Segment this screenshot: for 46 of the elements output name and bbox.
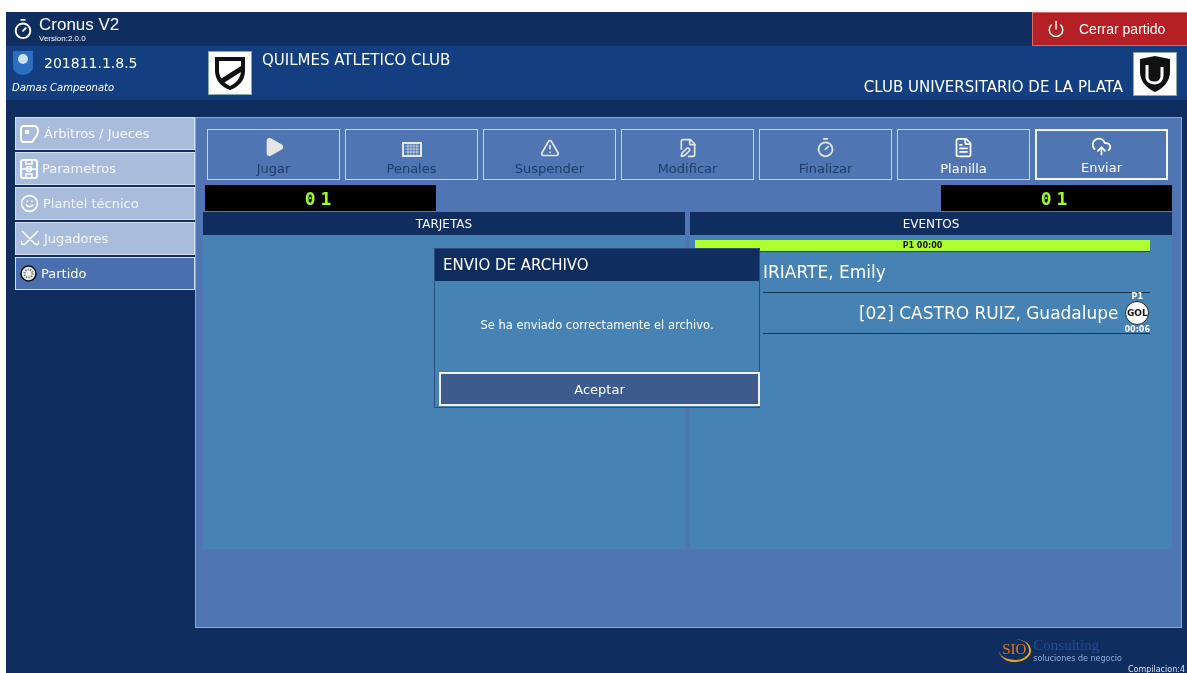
tournament-name: Damas Campeonato — [12, 82, 116, 93]
league-logo — [12, 50, 34, 76]
build-label: Compilacion:4 — [1127, 665, 1185, 673]
logo-mark: SIO — [999, 638, 1032, 662]
sidebar-item[interactable]: Árbitros / Jueces — [15, 117, 195, 150]
upload-icon — [1091, 136, 1112, 157]
field-icon — [20, 158, 38, 179]
app-title: Cronus V2 — [39, 15, 120, 34]
period-bar: P1 00:00 — [695, 240, 1150, 252]
toolbar-button[interactable]: Enviar — [1035, 129, 1168, 180]
home-crest — [208, 51, 252, 95]
ball-icon — [20, 265, 37, 282]
goal-badge: GOL — [1125, 301, 1150, 325]
sidebar-item[interactable]: Parametros — [15, 152, 195, 185]
sidebar-item[interactable]: Partido — [15, 257, 195, 290]
hockey-sticks-icon — [20, 229, 40, 248]
helmet-icon — [20, 123, 40, 144]
close-match-button[interactable]: Cerrar partido — [1032, 12, 1187, 46]
away-crest — [1133, 52, 1177, 96]
match-code: 201811.1.8.5 — [44, 55, 138, 71]
version-label: Version:2.0.0 — [39, 33, 87, 43]
dialog-message: Se ha enviado correctamente el archivo. — [479, 318, 715, 332]
stopwatch-icon — [815, 137, 836, 158]
panel-header: EVENTOS — [690, 212, 1172, 235]
document-icon — [953, 137, 974, 158]
logo-name: Consulting — [1033, 637, 1100, 654]
logo-tagline: soluciones de negocio — [1033, 654, 1122, 663]
dialog-title: ENVIO DE ARCHIVO — [435, 249, 759, 281]
home-score: 01 — [205, 185, 436, 211]
warning-icon — [539, 138, 560, 158]
toolbar-button[interactable]: Planilla — [897, 129, 1030, 180]
sidebar-item[interactable]: Plantel técnico — [15, 187, 195, 220]
player-name: [02] CASTRO RUIZ, Guadalupe — [858, 303, 1119, 323]
accept-button[interactable]: Aceptar — [439, 372, 760, 406]
player-name: IRIARTE, Emily — [763, 262, 886, 282]
face-icon — [20, 194, 39, 213]
away-score: 01 — [941, 185, 1172, 211]
power-icon — [1047, 20, 1065, 38]
away-team-name: CLUB UNIVERSITARIO DE LA PLATA — [863, 78, 1123, 96]
home-team-name: QUILMES ATLETICO CLUB — [262, 51, 451, 71]
goal-net-icon — [400, 140, 423, 158]
stopwatch-icon — [12, 18, 34, 40]
sidebar-item[interactable]: Jugadores — [15, 222, 195, 255]
event-time: 00:06 — [1124, 325, 1150, 334]
panel-header: TARJETAS — [203, 212, 685, 235]
period-label: P1 — [1131, 292, 1143, 301]
